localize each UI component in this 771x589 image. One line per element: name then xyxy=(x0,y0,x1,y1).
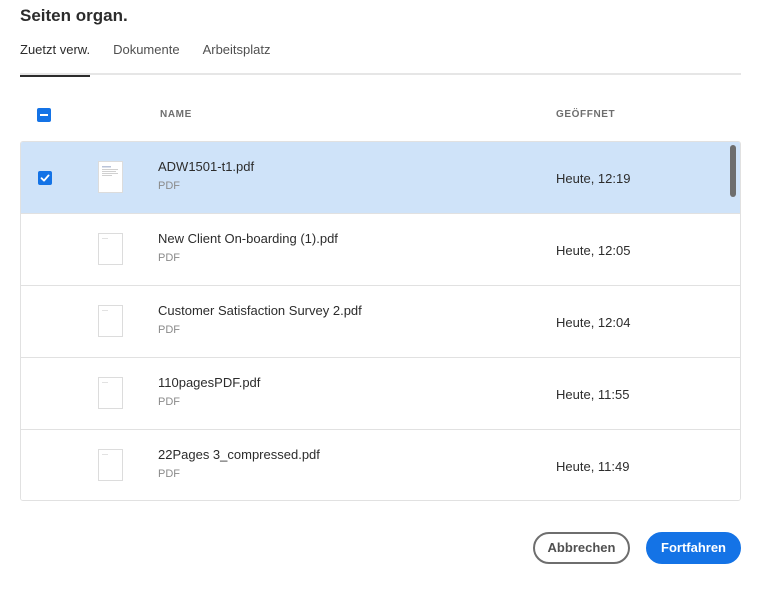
file-type: PDF xyxy=(158,252,180,264)
file-opened-date: Heute, 12:05 xyxy=(556,243,631,258)
select-all-checkbox[interactable] xyxy=(37,108,51,122)
file-type: PDF xyxy=(158,180,180,192)
pdf-thumbnail-icon xyxy=(98,449,123,481)
table-row[interactable]: Customer Satisfaction Survey 2.pdf PDF H… xyxy=(21,286,740,358)
list-scrollbar[interactable] xyxy=(730,145,736,197)
dialog-title: Seiten organ. xyxy=(20,6,128,25)
file-opened-date: Heute, 11:49 xyxy=(556,459,630,474)
column-header-opened[interactable]: GEÖFFNET xyxy=(556,109,615,120)
file-name: 22Pages 3_compressed.pdf xyxy=(158,447,320,462)
organize-pages-dialog: Seiten organ. Zuetzt verw. Dokumente Arb… xyxy=(0,0,771,589)
checkmark-icon xyxy=(40,174,50,182)
file-type: PDF xyxy=(158,468,180,480)
file-opened-date: Heute, 11:55 xyxy=(556,387,630,402)
cancel-button[interactable]: Abbrechen xyxy=(533,532,630,564)
pdf-thumbnail-icon xyxy=(98,233,123,265)
file-type: PDF xyxy=(158,324,180,336)
tab-workspace[interactable]: Arbeitsplatz xyxy=(203,42,271,75)
file-name: 110pagesPDF.pdf xyxy=(158,375,261,390)
table-row[interactable]: 110pagesPDF.pdf PDF Heute, 11:55 xyxy=(21,358,740,430)
tab-recent[interactable]: Zuetzt verw. xyxy=(20,42,91,77)
pdf-thumbnail-icon xyxy=(98,161,123,193)
pdf-thumbnail-icon xyxy=(98,305,123,337)
column-header-name[interactable]: NAME xyxy=(160,109,192,120)
table-row[interactable]: ADW1501-t1.pdf PDF Heute, 12:19 xyxy=(21,142,740,214)
file-name: ADW1501-t1.pdf xyxy=(158,159,255,174)
table-row[interactable]: 22Pages 3_compressed.pdf PDF Heute, 11:4… xyxy=(21,430,740,500)
file-name: New Client On-boarding (1).pdf xyxy=(158,231,338,246)
file-type: PDF xyxy=(158,396,180,408)
table-header: NAME GEÖFFNET xyxy=(20,98,741,132)
file-opened-date: Heute, 12:04 xyxy=(556,315,631,330)
file-list: ADW1501-t1.pdf PDF Heute, 12:19 New Clie… xyxy=(20,141,741,501)
tab-bar: Zuetzt verw. Dokumente Arbeitsplatz xyxy=(20,42,741,77)
minus-icon xyxy=(40,114,48,116)
table-row[interactable]: New Client On-boarding (1).pdf PDF Heute… xyxy=(21,214,740,286)
continue-button[interactable]: Fortfahren xyxy=(646,532,741,564)
row-checkbox[interactable] xyxy=(38,171,52,185)
file-name: Customer Satisfaction Survey 2.pdf xyxy=(158,303,362,318)
file-opened-date: Heute, 12:19 xyxy=(556,171,631,186)
tab-documents[interactable]: Dokumente xyxy=(113,42,179,75)
pdf-thumbnail-icon xyxy=(98,377,123,409)
